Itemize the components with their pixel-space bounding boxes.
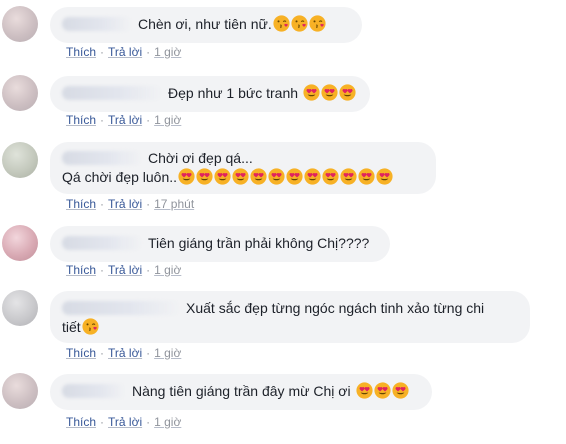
comment-actions: Thích · Trả lời · 1 giờ: [66, 345, 182, 361]
timestamp[interactable]: 1 giờ: [154, 345, 181, 361]
kiss-wink-icon: [82, 318, 99, 335]
kiss-wink-icon: [309, 15, 326, 32]
comment-text: Tiên giáng trần phải không Chị????: [148, 235, 370, 251]
kiss-wink-icon: [273, 15, 290, 32]
heart-eyes-icon: [322, 168, 339, 185]
comment-bubble: Xuất sắc đẹp từng ngóc ngách tinh xảo từ…: [50, 291, 530, 343]
like-link[interactable]: Thích: [66, 345, 96, 361]
commenter-name-blurred[interactable]: [62, 86, 162, 100]
emoji-group: [302, 84, 356, 101]
like-link[interactable]: Thích: [66, 44, 96, 60]
comment-text-line2: Qá chời đẹp luôn..: [62, 169, 178, 185]
comment-text: Chèn ơi, như tiên nữ.: [138, 16, 272, 32]
avatar[interactable]: [2, 290, 38, 326]
commenter-name-blurred[interactable]: [62, 301, 180, 315]
comment-text-line2: tiết: [62, 319, 81, 335]
timestamp[interactable]: 1 giờ: [154, 44, 181, 60]
like-link[interactable]: Thích: [66, 196, 96, 212]
comment-bubble: Chời ơi đẹp qá... Qá chời đẹp luôn..: [50, 142, 436, 194]
comment-text: Đẹp như 1 bức tranh: [168, 85, 299, 101]
reply-link[interactable]: Trả lời: [108, 44, 142, 60]
heart-eyes-icon: [214, 168, 231, 185]
comment-text-line1: Chời ơi đẹp qá...: [148, 150, 253, 166]
comment-actions: Thích · Trả lời · 17 phút: [66, 196, 195, 212]
timestamp[interactable]: 1 giờ: [154, 112, 181, 128]
avatar[interactable]: [2, 225, 38, 261]
heart-eyes-icon: [232, 168, 249, 185]
heart-eyes-icon: [391, 382, 409, 399]
reply-link[interactable]: Trả lời: [108, 262, 142, 278]
comment-actions: Thích · Trả lời · 1 giờ: [66, 44, 182, 60]
comment-actions: Thích · Trả lời · 1 giờ: [66, 262, 182, 278]
emoji-group: [355, 382, 409, 399]
comment-bubble: Tiên giáng trần phải không Chị????: [50, 226, 390, 262]
comment-bubble: Chèn ơi, như tiên nữ.: [50, 7, 362, 43]
comment-text-line1: Xuất sắc đẹp từng ngóc ngách tinh xảo từ…: [186, 300, 485, 316]
heart-eyes-icon: [358, 168, 375, 185]
reply-link[interactable]: Trả lời: [108, 414, 142, 430]
like-link[interactable]: Thích: [66, 262, 96, 278]
emoji-group: [272, 15, 326, 32]
commenter-name-blurred[interactable]: [62, 17, 132, 31]
heart-eyes-icon: [250, 168, 267, 185]
comment-bubble: Đẹp như 1 bức tranh: [50, 76, 370, 112]
heart-eyes-icon: [355, 382, 373, 399]
avatar[interactable]: [2, 6, 38, 42]
heart-eyes-icon: [268, 168, 285, 185]
heart-eyes-icon: [321, 84, 338, 101]
reply-link[interactable]: Trả lời: [108, 112, 142, 128]
reply-link[interactable]: Trả lời: [108, 345, 142, 361]
comment-bubble: Nàng tiên giáng trần đây mừ Chị ơi: [50, 374, 432, 410]
heart-eyes-icon: [339, 84, 356, 101]
comment-text: Nàng tiên giáng trần đây mừ Chị ơi: [132, 383, 351, 399]
like-link[interactable]: Thích: [66, 112, 96, 128]
commenter-name-blurred[interactable]: [62, 384, 126, 398]
heart-eyes-icon: [178, 168, 195, 185]
emoji-group: [81, 318, 99, 335]
heart-eyes-icon: [304, 168, 321, 185]
heart-eyes-icon: [340, 168, 357, 185]
kiss-wink-icon: [291, 15, 308, 32]
heart-eyes-icon: [303, 84, 320, 101]
heart-eyes-icon: [376, 168, 393, 185]
heart-eyes-icon: [286, 168, 303, 185]
emoji-group: [177, 168, 393, 185]
like-link[interactable]: Thích: [66, 414, 96, 430]
heart-eyes-icon: [373, 382, 391, 399]
avatar[interactable]: [2, 75, 38, 111]
commenter-name-blurred[interactable]: [62, 236, 142, 250]
comment-actions: Thích · Trả lời · 1 giờ: [66, 414, 182, 430]
heart-eyes-icon: [196, 168, 213, 185]
avatar[interactable]: [2, 142, 38, 178]
timestamp[interactable]: 1 giờ: [154, 414, 181, 430]
timestamp[interactable]: 17 phút: [154, 196, 194, 212]
commenter-name-blurred[interactable]: [62, 151, 142, 165]
comment-actions: Thích · Trả lời · 1 giờ: [66, 112, 182, 128]
timestamp[interactable]: 1 giờ: [154, 262, 181, 278]
reply-link[interactable]: Trả lời: [108, 196, 142, 212]
avatar[interactable]: [2, 373, 38, 409]
